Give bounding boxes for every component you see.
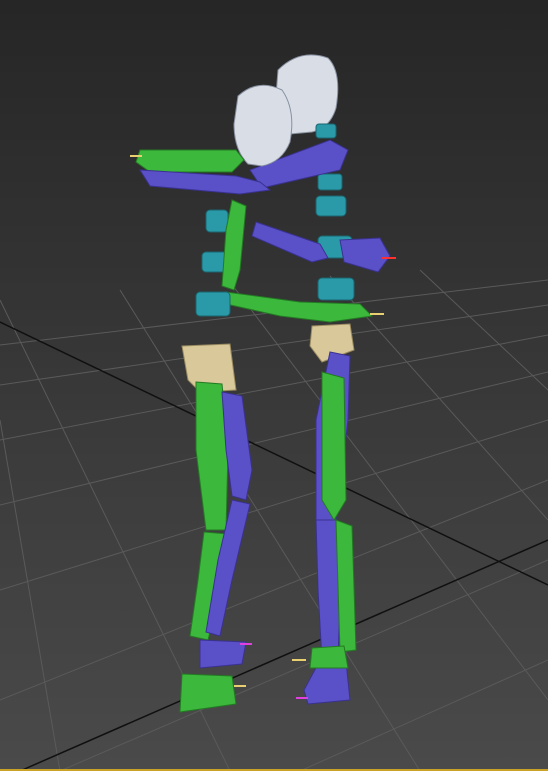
grid-axis-lines bbox=[0, 321, 548, 771]
viewport-3d[interactable] bbox=[0, 0, 548, 771]
grid-plane bbox=[0, 269, 548, 771]
head-front bbox=[233, 84, 293, 167]
viewport-scene bbox=[0, 54, 548, 771]
arm-front-blue bbox=[139, 169, 272, 195]
